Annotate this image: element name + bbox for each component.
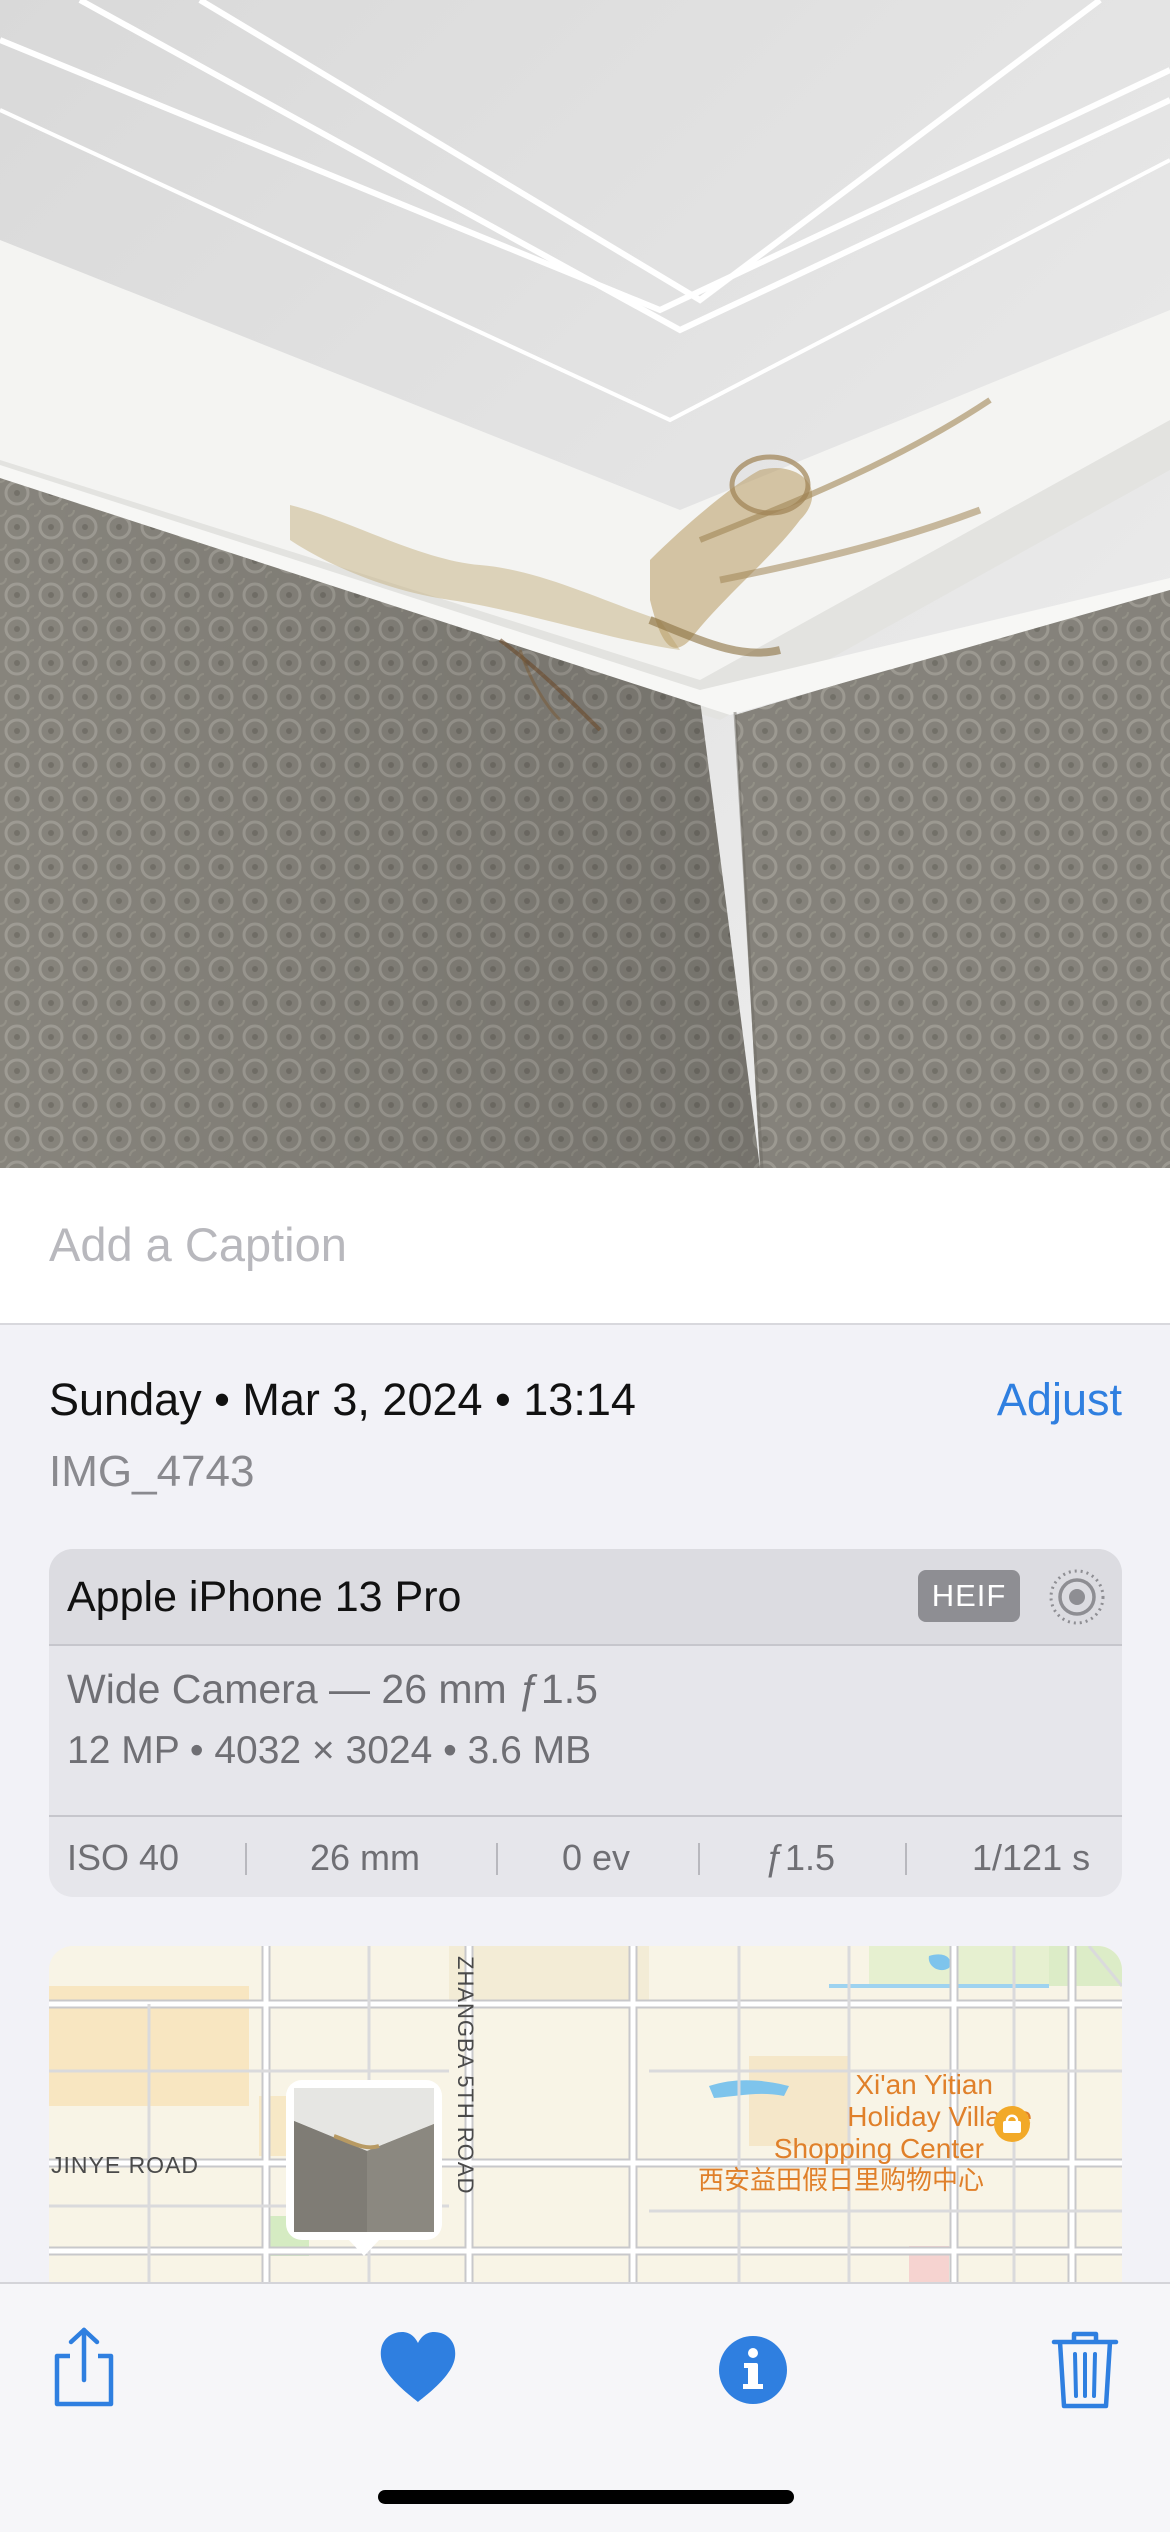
shopping-bag-icon[interactable]: [994, 2106, 1030, 2142]
photo-date: Sunday • Mar 3, 2024 • 13:14: [49, 1374, 636, 1425]
exif-divider: [245, 1843, 247, 1875]
device-name: Apple iPhone 13 Pro: [67, 1573, 462, 1621]
exif-divider: [698, 1843, 700, 1875]
photo-view[interactable]: [0, 0, 1170, 1168]
map-label-jinye-road: JINYE ROAD: [51, 2152, 199, 2178]
photo-detail-screen: Sunday • Mar 3, 2024 • 13:14 Adjust IMG_…: [0, 0, 1170, 2532]
heart-icon: [380, 2332, 456, 2402]
map-poi-name-line3: Shopping Center: [774, 2133, 984, 2164]
exif-row: ISO 40 26 mm 0 ev ƒ1.5 1/121 s: [49, 1815, 1122, 1897]
file-name: IMG_4743: [49, 1447, 255, 1496]
map-canvas: JINYE ROAD ZHANGBA 5TH ROAD Xi'an Yitian…: [49, 1946, 1122, 2282]
adjust-date-button[interactable]: Adjust: [997, 1374, 1122, 1426]
trash-icon: [1051, 2331, 1119, 2409]
caption-input[interactable]: [49, 1204, 1119, 1284]
lens-info: Wide Camera — 26 mm ƒ1.5: [67, 1666, 598, 1712]
map-label-zhangba-road: ZHANGBA 5TH ROAD: [453, 1956, 478, 2194]
location-map[interactable]: JINYE ROAD ZHANGBA 5TH ROAD Xi'an Yitian…: [49, 1946, 1122, 2282]
favorite-button[interactable]: [373, 2322, 463, 2412]
map-poi-name-line1: Xi'an Yitian: [855, 2069, 993, 2100]
share-icon: [54, 2327, 114, 2407]
exif-divider: [496, 1843, 498, 1875]
home-indicator[interactable]: [378, 2490, 794, 2504]
info-button[interactable]: [708, 2322, 798, 2412]
info-icon: [719, 2336, 787, 2404]
exif-focal-length: 26 mm: [310, 1837, 421, 1878]
map-poi-name-chinese: 西安益田假日里购物中心: [698, 2166, 984, 2196]
camera-card-header: Apple iPhone 13 Pro HEIF: [49, 1549, 1122, 1646]
exif-shutter: 1/121 s: [972, 1837, 1091, 1878]
image-specs: 12 MP • 4032 × 3024 • 3.6 MB: [67, 1729, 592, 1772]
exif-aperture: ƒ1.5: [765, 1837, 836, 1878]
exif-exposure: 0 ev: [562, 1837, 631, 1878]
photo-image: [0, 0, 1170, 1168]
format-badge: HEIF: [918, 1570, 1020, 1622]
exif-iso: ISO 40: [67, 1837, 180, 1878]
delete-button[interactable]: [1040, 2322, 1130, 2412]
photo-location-pin[interactable]: [286, 2080, 442, 2256]
exif-divider: [905, 1843, 907, 1875]
share-button[interactable]: [39, 2322, 129, 2412]
camera-info-card: Apple iPhone 13 Pro HEIF Wide Camera — 2…: [49, 1549, 1122, 1897]
caption-area: [0, 1168, 1170, 1325]
live-photo-icon[interactable]: [1048, 1568, 1106, 1626]
